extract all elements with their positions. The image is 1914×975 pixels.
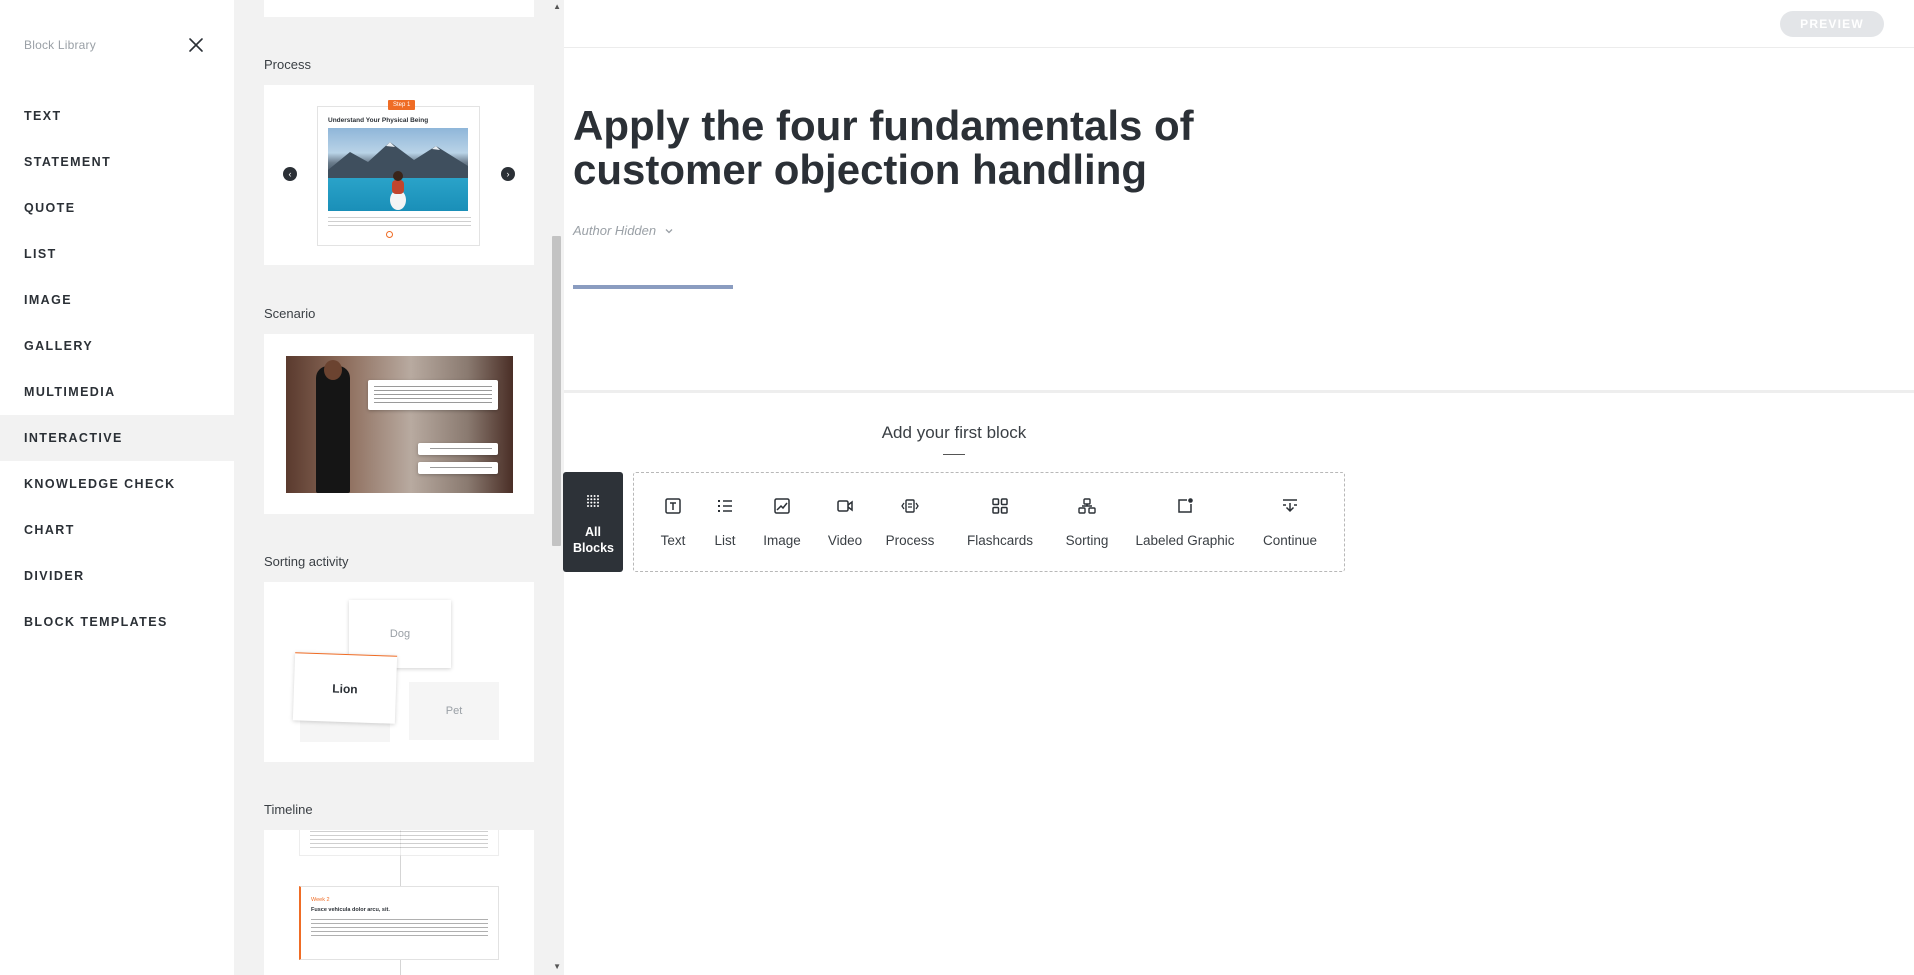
author-visibility-dropdown[interactable]: Author Hidden [573,223,674,238]
section-label-sorting: Sorting activity [264,554,349,569]
title-underline-bar [573,285,733,289]
panel-scroll-thumb[interactable] [552,236,561,546]
sort-card-lion: Lion [292,652,398,724]
text-icon [665,498,681,514]
scroll-down-icon[interactable]: ▼ [553,962,561,971]
dialogue-bubble [368,380,498,410]
timeline-entry [299,830,499,856]
close-icon [189,38,203,52]
continue-icon [1283,499,1297,513]
scroll-up-icon[interactable]: ▲ [553,2,561,11]
category-block-templates[interactable]: BLOCK TEMPLATES [0,599,234,645]
section-divider [564,390,1914,393]
close-library-button[interactable] [186,35,206,55]
category-divider[interactable]: DIVIDER [0,553,234,599]
category-gallery[interactable]: GALLERY [0,323,234,369]
block-library-title: Block Library [24,38,96,52]
category-knowledge-check[interactable]: KNOWLEDGE CHECK [0,461,234,507]
add-first-block-heading: Add your first block [881,423,1027,442]
quick-block-continue[interactable]: Continue [1258,473,1322,573]
lesson-editor: PREVIEW Apply the four fundamentals of c… [563,0,1914,975]
sorting-block-card[interactable]: Dog Pet Lion [264,582,534,762]
process-icon [901,499,919,513]
category-image[interactable]: IMAGE [0,277,234,323]
response-option [418,462,498,474]
scenario-preview-image [286,356,513,493]
category-text[interactable]: TEXT [0,93,234,139]
preview-button[interactable]: PREVIEW [1780,11,1884,37]
top-bar: PREVIEW [564,0,1914,48]
process-block-card[interactable]: ‹ › Step 1 Understand Your Physical Bein… [264,85,534,265]
timeline-entry-heading: Fusce vehicula dolor arcu, sit. [311,907,390,913]
quick-block-image[interactable]: Image [760,473,804,573]
step-badge: Step 1 [388,100,416,110]
list-icon [718,500,732,512]
chevron-down-icon [665,228,673,233]
sorting-icon [1078,498,1096,514]
category-statement[interactable]: STATEMENT [0,139,234,185]
category-multimedia[interactable]: MULTIMEDIA [0,369,234,415]
category-quote[interactable]: QUOTE [0,185,234,231]
quick-block-process[interactable]: Process [884,473,936,573]
section-label-scenario: Scenario [264,306,316,321]
chevron-right-icon: › [501,167,515,181]
quick-block-list[interactable]: List [708,473,742,573]
flashcards-icon [992,498,1008,514]
scenario-block-card[interactable] [264,334,534,514]
process-card-title: Understand Your Physical Being [328,117,429,124]
section-label-process: Process [264,57,311,72]
heading-underline [943,454,965,455]
kayak-lake-image [328,128,468,211]
block-preview-panel: Process ‹ › Step 1 Understand Your Physi… [234,0,564,975]
labeled-graphic-icon [1178,498,1193,513]
section-label-timeline: Timeline [264,802,313,817]
quick-block-flashcards[interactable]: Flashcards [964,473,1036,573]
image-icon [774,498,790,514]
category-interactive[interactable]: INTERACTIVE [0,415,234,461]
quick-block-text[interactable]: Text [654,473,692,573]
response-option [418,443,498,455]
quick-block-labeled-graphic[interactable]: Labeled Graphic [1132,473,1238,573]
character-figure [316,366,350,493]
chevron-left-icon: ‹ [283,167,297,181]
grid-icon [587,495,599,507]
category-list[interactable]: LIST [0,231,234,277]
author-label: Author Hidden [573,223,657,238]
process-body-text [328,217,471,227]
all-blocks-button[interactable]: All Blocks [563,472,623,572]
sort-bucket-pet: Pet [409,682,499,740]
progress-dot [386,231,393,238]
character-head [324,360,342,380]
category-chart[interactable]: CHART [0,507,234,553]
previous-block-card[interactable] [264,0,534,17]
quick-block-video[interactable]: Video [824,473,866,573]
category-list: TEXT STATEMENT QUOTE LIST IMAGE GALLERY … [0,93,234,645]
process-preview: Step 1 Understand Your Physical Being [317,100,480,246]
all-blocks-label: All Blocks [573,525,614,555]
lesson-title[interactable]: Apply the four fundamentals of customer … [573,104,1273,192]
timeline-block-card[interactable]: Week 2 Fusce vehicula dolor arcu, sit. [264,830,534,975]
video-icon [837,500,853,512]
quick-block-bar: Text List Image Video Process Flashcards… [633,472,1345,572]
quick-block-sorting[interactable]: Sorting [1061,473,1113,573]
timeline-entry-date: Week 2 [311,897,330,903]
mountain-illustration [328,142,468,210]
block-library-sidebar: Block Library TEXT STATEMENT QUOTE LIST … [0,0,234,975]
timeline-entry-active: Week 2 Fusce vehicula dolor arcu, sit. [299,886,499,960]
